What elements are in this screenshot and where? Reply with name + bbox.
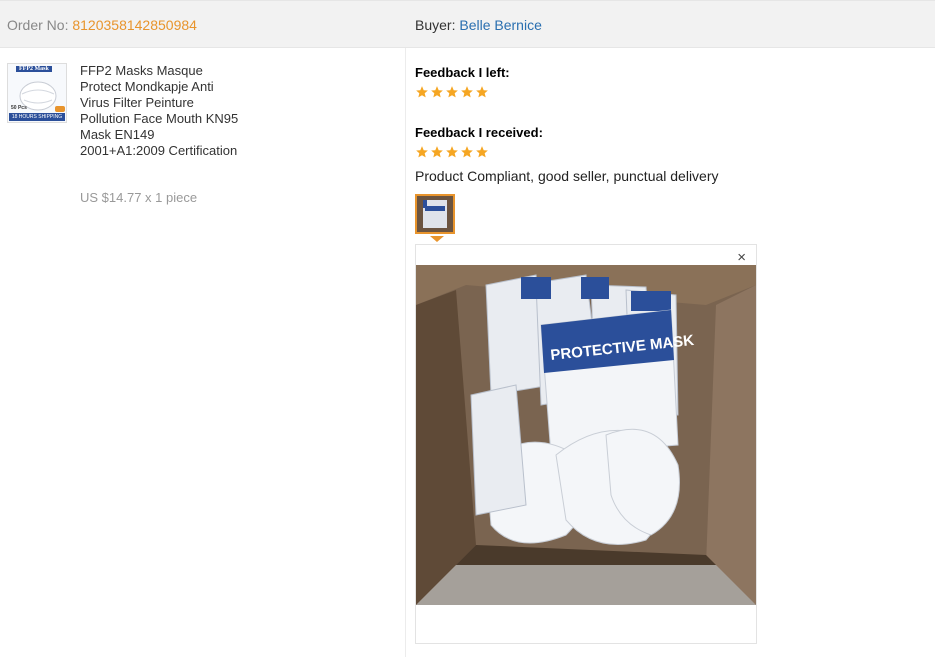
star-icon [431,86,443,98]
buyer-name-link[interactable]: Belle Bernice [459,17,542,33]
thumbnail-pointer [430,236,444,242]
feedback-photo: PROTECTIVE MASK [416,265,756,605]
star-icon [446,86,458,98]
feedback-received-stars [415,145,490,161]
feedback-received-label: Feedback I received: [415,125,543,140]
star-icon [461,146,473,158]
thumb-pcs-label: 50 Pcs [11,105,27,111]
photo-viewer: × PROTECTIVE MASK [415,244,757,644]
thumb-shipping-banner: 18 HOURS SHIPPING [9,113,65,121]
star-icon [416,86,428,98]
order-number-value[interactable]: 8120358142850984 [72,17,197,33]
order-header: Order No: 8120358142850984 Buyer: Belle … [0,0,935,48]
star-icon [416,146,428,158]
order-label: Order No: [7,17,69,33]
photo-thumb-image [417,196,453,232]
column-divider [405,48,406,657]
product-thumbnail[interactable]: FFP2 Mask 50 Pcs 18 HOURS SHIPPING [7,63,67,123]
thumb-brand-label: FFP2 Mask [16,66,52,72]
thumb-badge [55,106,65,112]
product-title[interactable]: FFP2 Masks Masque Protect Mondkapje Anti… [80,63,240,159]
feedback-photo-thumbnail[interactable] [415,194,455,234]
close-icon[interactable]: × [737,250,746,266]
feedback-comment: Product Compliant, good seller, punctual… [415,168,719,184]
order-number: Order No: 8120358142850984 [7,17,197,33]
star-icon [476,86,488,98]
feedback-left-stars [415,85,490,101]
feedback-left-label: Feedback I left: [415,65,510,80]
buyer-info: Buyer: Belle Bernice [415,17,542,33]
star-icon [446,146,458,158]
star-icon [461,86,473,98]
star-icon [431,146,443,158]
buyer-label: Buyer: [415,17,456,33]
star-icon [476,146,488,158]
product-price: US $14.77 x 1 piece [80,190,198,205]
